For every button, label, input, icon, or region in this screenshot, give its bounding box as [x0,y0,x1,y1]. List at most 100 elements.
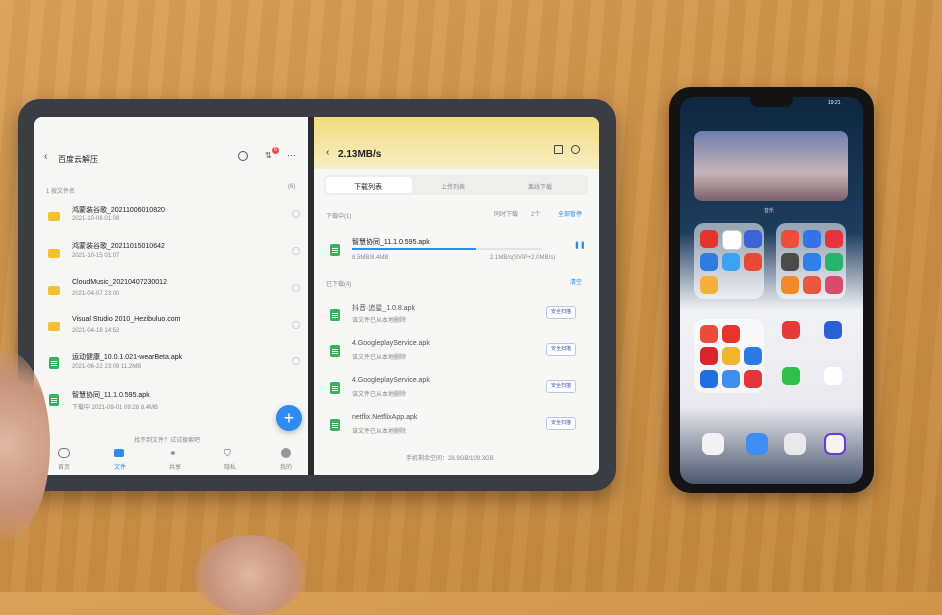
app-icon[interactable] [744,370,762,388]
select-radio[interactable] [292,284,300,292]
folder-icon [48,322,60,331]
select-radio[interactable] [292,210,300,218]
nav-me[interactable]: 我的 [280,462,292,471]
file-browser-panel: ‹ 百度云解压 ⇅ 6 ··· 1 按文件名 (6) 鸿蒙装谷歌_2021100… [34,117,308,475]
settings-icon[interactable] [571,145,580,154]
tab-download-label: 下载列表 [354,184,382,191]
security-scan-badge[interactable]: 安全扫描 [546,306,577,319]
phone-call-icon[interactable] [702,433,724,455]
security-scan-badge[interactable]: 安全扫描 [546,380,577,393]
nav-home[interactable]: 首页 [58,462,70,471]
file-meta: 下载中 2021-08-01 09:28 8.4MB [72,405,159,411]
pause-icon[interactable]: ❚❚ [574,241,586,249]
download-speed: 2.13MB/s [338,149,382,160]
select-radio[interactable] [292,321,300,329]
download-note: 该文件已从本地删除 [352,429,407,435]
app-icon[interactable] [803,253,821,271]
security-scan-badge[interactable]: 安全扫描 [546,343,577,356]
history-icon[interactable] [238,151,248,161]
simultaneous-select[interactable]: 2个 [531,209,540,218]
file-name[interactable]: 鸿蒙装谷歌_20211015010642 [72,241,165,251]
app-icon[interactable] [803,276,821,294]
transfer-icon[interactable]: ⇅ [265,151,272,160]
pause-all-button[interactable]: 全部暂停 [558,209,582,218]
download-name[interactable]: 4.GoogleplayService.apk [352,377,430,384]
shield-icon[interactable]: ⛉ [224,448,231,459]
app-icon[interactable] [700,276,718,294]
more-icon[interactable]: ··· [287,150,296,160]
apk-file-icon [49,357,59,369]
app-icon[interactable] [744,253,762,271]
app-icon[interactable] [700,253,718,271]
add-fab-button[interactable]: + [276,405,302,431]
download-name[interactable]: netflix.NetflixApp.apk [352,414,417,421]
file-name[interactable]: 运动健康_10.0.1.021-wearBeta.apk [72,352,182,362]
simultaneous-label: 同时下载 [494,212,519,218]
camera-icon[interactable] [784,433,806,455]
share-icon[interactable]: ⚭ [169,448,177,459]
file-name[interactable]: CloudMusic_20210407230012 [72,279,167,286]
done-header: 已下载(4) [326,282,352,288]
browser-icon[interactable] [824,433,846,455]
select-radio[interactable] [292,357,300,365]
app-icon[interactable] [744,230,762,248]
sort-label[interactable]: 1 按文件名 [46,186,75,195]
back-icon[interactable]: ‹ [44,151,47,162]
progress-fill [352,248,476,250]
file-meta: 2021-06-22 23:09 11.2MB [72,364,142,370]
app-icon[interactable] [722,253,740,271]
app-icon[interactable] [722,347,740,365]
app-icon[interactable] [722,230,742,250]
back-icon[interactable]: ‹ [326,147,329,158]
file-name[interactable]: 智慧协同_11.1.0.595.apk [72,390,150,400]
app-icon[interactable] [722,370,740,388]
select-radio[interactable] [292,247,300,255]
file-count: (6) [288,184,296,190]
download-name[interactable]: 4.GoogleplayService.apk [352,340,430,347]
header-band [314,117,599,169]
app-icon[interactable] [803,230,821,248]
home-icon[interactable] [58,448,70,458]
apk-file-icon [330,419,340,431]
hand [195,535,305,615]
file-name[interactable]: 鸿蒙装谷歌_20211006010820 [72,205,165,215]
app-icon[interactable] [825,253,843,271]
avatar[interactable] [281,448,291,458]
transfer-panel: ‹ 2.13MB/s 下载列表 上传列表 离线下载 下载中(1) 同时下载 2个… [314,117,599,475]
nav-share[interactable]: 共享 [169,462,181,471]
download-name[interactable]: 智慧协同_11.1.0.595.apk [352,237,430,247]
folder-nav-icon[interactable] [114,449,124,457]
app-icon[interactable] [825,230,843,248]
tab-upload[interactable]: 上传列表 [441,182,465,191]
wechat-icon[interactable] [782,367,800,385]
tablet-screen: ‹ 百度云解压 ⇅ 6 ··· 1 按文件名 (6) 鸿蒙装谷歌_2021100… [34,117,599,475]
app-icon[interactable] [744,347,762,365]
app-icon[interactable] [700,370,718,388]
file-meta: 2021-04-18 14:52 [72,328,120,334]
app-icon[interactable] [781,253,799,271]
app-icon[interactable] [722,325,740,343]
app-icon[interactable] [700,230,718,248]
nav-privacy[interactable]: 隐私 [224,462,236,471]
download-note: 该文件已从本地删除 [352,355,407,361]
download-name[interactable]: 抖音·追星_1.0.8.apk [352,303,415,313]
file-meta: 2021-10-06 01:08 [72,216,120,222]
download-rate: 2.1MB/s(SVIP+2.0MB/s) [490,255,556,261]
app-icon[interactable] [824,321,842,339]
search-hint[interactable]: 找不到文件？试试搜索吧 [134,435,200,444]
music-widget[interactable] [694,131,848,201]
messages-icon[interactable] [746,433,768,455]
app-icon[interactable] [700,325,718,343]
tab-offline[interactable]: 离线下载 [528,182,552,191]
security-scan-badge[interactable]: 安全扫描 [546,417,577,430]
app-icon[interactable] [825,276,843,294]
app-icon[interactable] [781,230,799,248]
edit-icon[interactable] [554,145,563,154]
file-name[interactable]: Visual Studio 2010_Hezibuluo.com [72,316,180,323]
app-icon[interactable] [781,276,799,294]
qq-icon[interactable] [824,367,842,385]
app-icon[interactable] [700,347,718,365]
app-icon[interactable] [782,321,800,339]
nav-files[interactable]: 文件 [114,462,126,471]
clear-button[interactable]: 清空 [570,277,582,286]
